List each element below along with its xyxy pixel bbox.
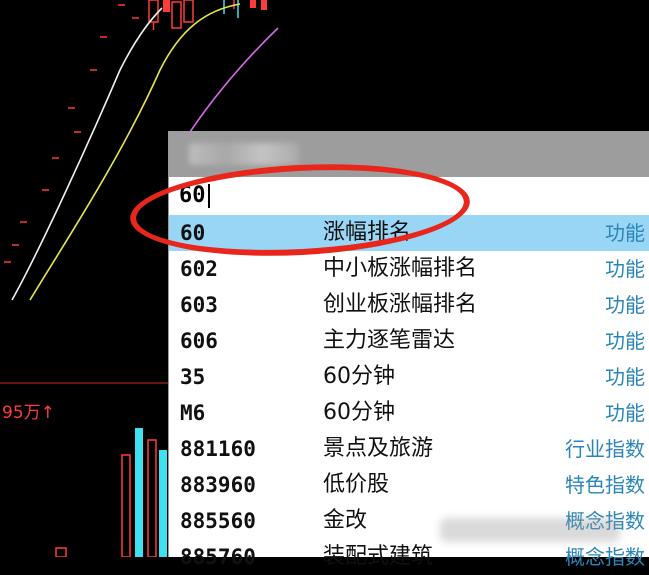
popup-title-bar[interactable] xyxy=(169,131,649,177)
result-row[interactable]: 883960 低价股 特色指数 xyxy=(169,467,649,503)
candle xyxy=(148,0,159,23)
volume-bar xyxy=(121,454,131,557)
result-code: 602 xyxy=(180,257,218,281)
text-caret xyxy=(207,184,210,208)
result-name: 60分钟 xyxy=(323,364,395,389)
result-row[interactable]: 881160 景点及旅游 行业指数 xyxy=(169,431,649,467)
result-type: 功能 xyxy=(605,293,645,317)
result-name: 创业板涨幅排名 xyxy=(323,292,478,317)
result-code: 885560 xyxy=(180,509,256,533)
volume-bar xyxy=(55,547,67,557)
result-type: 特色指数 xyxy=(565,473,645,497)
result-name: 主力逐笔雷达 xyxy=(323,328,456,353)
result-name: 景点及旅游 xyxy=(323,436,434,461)
result-row[interactable]: 35 60分钟 功能 xyxy=(169,359,649,395)
candle xyxy=(261,0,267,10)
volume-bar xyxy=(147,439,157,557)
result-row[interactable]: M6 60分钟 功能 xyxy=(169,395,649,431)
result-type: 功能 xyxy=(605,401,645,425)
result-code: 35 xyxy=(180,365,206,389)
result-type: 概念指数 xyxy=(565,545,645,569)
candle xyxy=(171,1,182,29)
result-type: 功能 xyxy=(605,221,645,245)
result-name: 涨幅排名 xyxy=(323,220,412,245)
volume-bar xyxy=(159,450,167,557)
result-type: 功能 xyxy=(605,365,645,389)
ma-line-purple xyxy=(189,27,279,133)
price-level-dashes xyxy=(4,4,139,263)
keyboard-wizard-popup[interactable]: 60 60 涨幅排名 功能 602 中小板涨幅排名 功能 603 创业板涨幅排名 功能 606 主力… xyxy=(168,131,649,569)
volume-area xyxy=(55,428,167,557)
result-code: 885760 xyxy=(180,545,256,569)
blurred-title xyxy=(189,143,299,165)
result-name: 低价股 xyxy=(323,472,390,497)
result-name: 装配式建筑 xyxy=(323,544,434,569)
volume-label: 95万↑ xyxy=(2,403,55,423)
result-row[interactable]: 603 创业板涨幅排名 功能 xyxy=(169,287,649,323)
result-row[interactable]: 602 中小板涨幅排名 功能 xyxy=(169,251,649,287)
candle xyxy=(163,0,170,12)
result-code: 883960 xyxy=(180,473,256,497)
candle xyxy=(183,0,194,23)
volume-bar xyxy=(135,428,143,557)
result-code: M6 xyxy=(180,401,206,425)
result-type: 功能 xyxy=(605,329,645,353)
search-input-value: 60 xyxy=(179,183,206,208)
result-row[interactable]: 60 涨幅排名 功能 xyxy=(169,215,649,251)
result-code: 606 xyxy=(180,329,218,353)
result-name: 60分钟 xyxy=(323,400,395,425)
search-input[interactable]: 60 xyxy=(169,177,649,215)
result-name: 金改 xyxy=(323,508,368,533)
result-code: 60 xyxy=(180,221,206,245)
ma-line-white xyxy=(11,7,163,301)
blurred-watermark xyxy=(440,518,620,542)
result-code: 603 xyxy=(180,293,218,317)
result-row[interactable]: 885760 装配式建筑 概念指数 xyxy=(169,539,649,575)
result-type: 功能 xyxy=(605,257,645,281)
result-code: 881160 xyxy=(180,437,256,461)
result-row[interactable]: 606 主力逐笔雷达 功能 xyxy=(169,323,649,359)
result-name: 中小板涨幅排名 xyxy=(323,256,478,281)
result-type: 行业指数 xyxy=(565,437,645,461)
candle xyxy=(250,0,256,8)
